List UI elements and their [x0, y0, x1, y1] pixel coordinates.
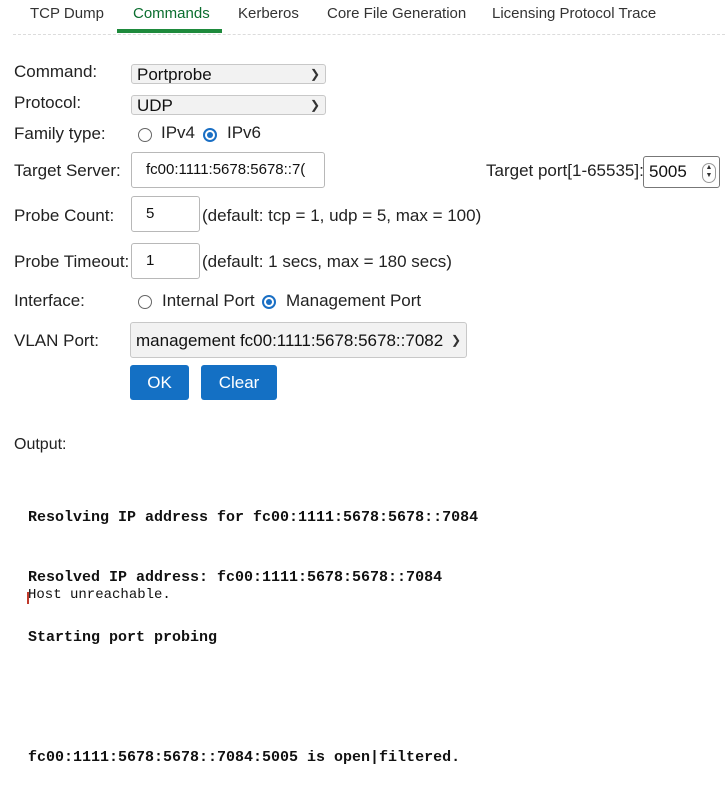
protocol-label: Protocol: — [14, 93, 82, 112]
interface-internal-port-radio[interactable] — [138, 295, 152, 309]
protocol-select-value: UDP — [137, 96, 173, 115]
interface-management-port-radio[interactable] — [262, 295, 276, 309]
interface-management-port-label: Management Port — [286, 291, 422, 310]
family-type-label: Family type: — [14, 124, 106, 143]
output-line: Resolved IP address: fc00:1111:5678:5678… — [28, 569, 443, 586]
output-line: fc00:1111:5678:5678::7084:5005 is open|f… — [28, 749, 461, 766]
family-ipv4-radio[interactable] — [138, 128, 152, 142]
probe-timeout-label: Probe Timeout: — [14, 252, 130, 271]
vlan-port-select[interactable]: management fc00:1111:5678:5678::7082 ❯ — [130, 322, 467, 358]
output-line: Starting port probing — [28, 629, 218, 646]
command-label: Command: — [14, 62, 98, 81]
family-ipv6-radio[interactable] — [203, 128, 217, 142]
tab-commands[interactable]: Commands — [133, 5, 210, 22]
output-line: Resolving IP address for fc00:1111:5678:… — [28, 509, 479, 526]
target-port-value: 5005 — [649, 162, 687, 181]
target-server-input[interactable]: fc00:1111:5678:5678::7( — [131, 152, 325, 188]
tab-bar: TCP Dump Commands Kerberos Core File Gen… — [0, 0, 725, 34]
tab-kerberos[interactable]: Kerberos — [238, 5, 299, 22]
probe-timeout-input[interactable]: 1 — [131, 243, 200, 279]
chevron-down-icon: ❯ — [309, 98, 320, 112]
tab-tcp-dump[interactable]: TCP Dump — [30, 5, 104, 22]
output-label: Output: — [14, 436, 67, 453]
family-ipv6-label: IPv6 — [227, 123, 262, 142]
interface-label: Interface: — [14, 291, 85, 310]
ok-button[interactable]: OK — [130, 365, 189, 400]
family-ipv4-label: IPv4 — [161, 123, 196, 142]
tab-core-file-generation[interactable]: Core File Generation — [327, 5, 466, 22]
vlan-port-label: VLAN Port: — [14, 331, 100, 350]
target-port-input[interactable]: 5005 ▲ ▼ — [643, 156, 720, 188]
interface-internal-port-label: Internal Port — [162, 291, 255, 310]
command-select[interactable]: Portprobe ❯ — [131, 64, 326, 84]
output-console: Resolving IP address for fc00:1111:5678:… — [28, 468, 478, 788]
command-select-value: Portprobe — [137, 65, 212, 84]
spinner-arrows-icon[interactable]: ▲ ▼ — [702, 163, 716, 183]
tab-divider — [13, 34, 725, 35]
probe-count-value: 5 — [146, 205, 155, 222]
vlan-port-select-value: management fc00:1111:5678:5678::7082 — [136, 331, 444, 350]
target-port-label: Target port[1-65535]: — [486, 161, 644, 180]
output-error-line: Host unreachable. — [28, 587, 171, 603]
protocol-select[interactable]: UDP ❯ — [131, 95, 326, 115]
active-tab-indicator — [117, 29, 222, 33]
tab-licensing-protocol-trace[interactable]: Licensing Protocol Trace — [492, 5, 656, 22]
target-server-label: Target Server: — [14, 161, 121, 180]
probe-count-label: Probe Count: — [14, 206, 115, 225]
probe-count-hint: (default: tcp = 1, udp = 5, max = 100) — [202, 206, 482, 225]
probe-count-input[interactable]: 5 — [131, 196, 200, 232]
clear-button[interactable]: Clear — [201, 365, 277, 400]
chevron-down-icon: ❯ — [309, 67, 320, 81]
chevron-down-icon: ❯ — [450, 333, 461, 347]
probe-timeout-value: 1 — [146, 252, 155, 269]
target-server-value: fc00:1111:5678:5678::7( — [146, 161, 306, 178]
probe-timeout-hint: (default: 1 secs, max = 180 secs) — [202, 252, 452, 271]
